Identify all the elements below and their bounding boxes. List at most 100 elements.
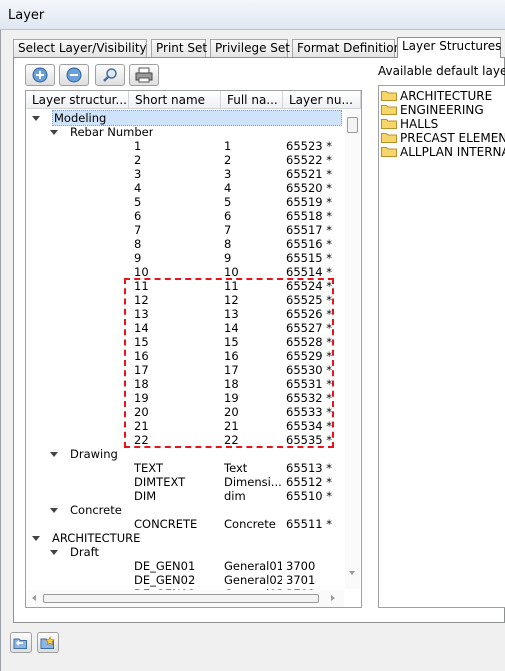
short-name-cell: 8 [134, 237, 142, 251]
magnifier-icon [103, 68, 117, 82]
short-name-cell: DE_GEN01 [134, 559, 196, 573]
tab-format-definition[interactable]: Format Definition [292, 39, 401, 57]
table-row[interactable]: 1 1 65523 * [26, 139, 344, 153]
layer-number-cell: 65520 * [286, 181, 332, 195]
layer-number-cell: 65516 * [286, 237, 332, 251]
table-row[interactable]: 4 4 65520 * [26, 181, 344, 195]
minus-icon [66, 67, 82, 83]
list-item[interactable]: ENGINEERING [381, 103, 484, 117]
column-header-full-name[interactable]: Full na... [221, 91, 283, 109]
layer-number-cell: 65510 * [286, 489, 332, 503]
tree-node[interactable]: Rebar Number [26, 125, 344, 139]
horizontal-scroll-thumb[interactable] [43, 594, 319, 603]
full-name-cell: 4 [224, 181, 232, 195]
short-name-cell: DIM [134, 489, 157, 503]
table-row[interactable]: CONCRETE Concrete 65511 * [26, 517, 344, 531]
full-name-cell: 10 [224, 265, 239, 279]
expand-arrow-icon[interactable] [50, 452, 58, 457]
open-button[interactable] [10, 632, 32, 653]
remove-button[interactable] [59, 64, 89, 86]
layer-number-cell: 65522 * [286, 153, 332, 167]
tab-print-set[interactable]: Print Set [151, 39, 207, 57]
table-row[interactable]: DE_GEN01 General01 3700 [26, 559, 344, 573]
scroll-right-arrow-icon[interactable] [331, 595, 335, 601]
expand-arrow-icon[interactable] [32, 536, 40, 541]
column-header-layer-structure[interactable]: Layer structur... [26, 91, 129, 109]
vertical-scroll-thumb[interactable] [347, 117, 358, 133]
table-row[interactable]: 2 2 65522 * [26, 153, 344, 167]
tree-node[interactable]: Drawing [26, 447, 344, 461]
full-name-cell: 6 [224, 209, 232, 223]
table-row[interactable]: 10 10 65514 * [26, 265, 344, 279]
short-name-cell: 2 [134, 153, 142, 167]
layer-number-cell: 3700 [286, 559, 316, 573]
full-name-cell: 1 [224, 139, 232, 153]
tab-select-layer-visibility[interactable]: Select Layer/Visibility [13, 39, 147, 57]
short-name-cell: 7 [134, 223, 142, 237]
table-row[interactable]: DIM dim 65510 * [26, 489, 344, 503]
short-name-cell: 10 [134, 265, 149, 279]
tree-node[interactable]: Modeling [26, 110, 344, 126]
table-row[interactable]: 9 9 65515 * [26, 251, 344, 265]
full-name-cell: Concrete [224, 517, 276, 531]
expand-arrow-icon[interactable] [50, 130, 58, 135]
tree-node[interactable]: Concrete [26, 503, 344, 517]
folder-icon [381, 89, 397, 101]
short-name-cell: DE_GEN02 [134, 573, 196, 587]
table-row[interactable]: 6 6 65518 * [26, 209, 344, 223]
column-header-layer-number[interactable]: Layer nu... [283, 91, 361, 109]
table-row[interactable]: 8 8 65516 * [26, 237, 344, 251]
find-button[interactable] [95, 64, 125, 86]
favorite-folder-icon [40, 635, 55, 649]
layer-number-cell: 65517 * [286, 223, 332, 237]
tree-node-label: Rebar Number [70, 125, 154, 139]
tab-privilege-set[interactable]: Privilege Set [210, 39, 290, 57]
default-layer-list[interactable]: ARCHITECTURE ENGINEERING HALLS PRECAST E… [378, 85, 505, 608]
table-row[interactable]: 3 3 65521 * [26, 167, 344, 181]
short-name-cell: 6 [134, 209, 142, 223]
window-title: Layer [8, 8, 45, 23]
expand-arrow-icon[interactable] [50, 508, 58, 513]
tab-layer-structures[interactable]: Layer Structures [397, 37, 501, 58]
short-name-cell: TEXT [134, 461, 163, 475]
list-item[interactable]: ALLPLAN INTERNA [381, 145, 505, 159]
layer-number-cell: 65513 * [286, 461, 332, 475]
available-default-layer-label: Available default layer [378, 64, 505, 78]
column-header-short-name[interactable]: Short name [129, 91, 221, 109]
tree-node-label: Drawing [70, 447, 118, 461]
folder-icon [381, 131, 397, 143]
folder-icon [381, 145, 397, 157]
layer-number-cell: 65518 * [286, 209, 332, 223]
tree-header: Layer structur... Short name Full na... … [26, 91, 361, 109]
table-row[interactable]: 5 5 65519 * [26, 195, 344, 209]
favorite-button[interactable] [37, 632, 59, 653]
layer-number-cell: 65511 * [286, 517, 332, 531]
layer-number-cell: 65514 * [286, 265, 332, 279]
table-row[interactable]: DIMTEXT Dimensi... 65512 * [26, 475, 344, 489]
scroll-down-arrow-icon[interactable] [349, 571, 355, 575]
list-item[interactable]: PRECAST ELEMEN [381, 131, 505, 145]
layer-number-cell: 65521 * [286, 167, 332, 181]
layer-number-cell: 3701 [286, 573, 316, 587]
short-name-cell: 1 [134, 139, 142, 153]
vertical-scrollbar[interactable] [345, 109, 360, 589]
expand-arrow-icon[interactable] [50, 550, 58, 555]
scroll-left-arrow-icon[interactable] [32, 595, 36, 601]
short-name-cell: 5 [134, 195, 142, 209]
full-name-cell: 3 [224, 167, 232, 181]
full-name-cell: General02 [224, 573, 282, 587]
print-button[interactable] [129, 64, 159, 86]
table-row[interactable]: TEXT Text 65513 * [26, 461, 344, 475]
open-folder-icon [13, 638, 27, 649]
list-item[interactable]: ARCHITECTURE [381, 89, 492, 103]
short-name-cell: CONCRETE [134, 517, 198, 531]
table-row[interactable]: DE_GEN02 General02 3701 [26, 573, 344, 587]
list-item[interactable]: HALLS [381, 117, 438, 131]
horizontal-scrollbar[interactable] [26, 590, 344, 607]
tree-node[interactable]: ARCHITECTURE [26, 531, 344, 545]
tree-node[interactable]: Draft [26, 545, 344, 559]
table-row[interactable]: 7 7 65517 * [26, 223, 344, 237]
expand-arrow-icon[interactable] [32, 116, 40, 121]
add-button[interactable] [25, 64, 55, 86]
full-name-cell: Text [224, 461, 248, 475]
